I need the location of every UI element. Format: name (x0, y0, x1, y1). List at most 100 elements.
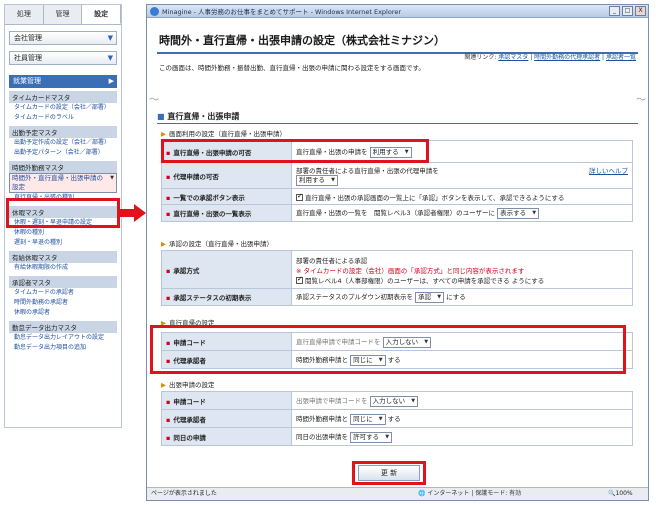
subsection-approval-title: 承認の設定（直行直帰・出張申請） (169, 240, 273, 248)
nav-employee-menu[interactable]: 社員管理 ▼ (9, 51, 117, 65)
table-row: ▪一覧での承認ボタン表示 直行直帰・出張の承認画面の一覧上に「承認」ボタンを表示… (161, 188, 633, 205)
zoom-level[interactable]: 🔍100% (608, 488, 648, 500)
chevron-down-icon: ▼ (107, 54, 113, 62)
approval-line: 部署の責任者による承認 (296, 256, 368, 265)
related-link[interactable]: 承認者一覧 (606, 54, 636, 61)
related-link[interactable]: 承認マスタ (498, 54, 528, 61)
chevron-right-icon: ▶ (108, 77, 114, 85)
close-button[interactable]: X (635, 6, 646, 16)
nav-section-title: 勤怠データ出力マスタ (9, 321, 117, 333)
nav-link[interactable]: タイムカードの承認者 (9, 288, 117, 298)
browser-window: Minagine - 人事労務のお仕事をまとめてサポート - Windows I… (146, 4, 649, 501)
trip-table: ▪申請コード 出張申請で申請コードを 入力しない ▪代理承認者 時間外勤務申請と… (161, 391, 633, 446)
status-zone: 🌐 インターネット | 保護モード: 有効 (418, 488, 608, 500)
row-suffix: する (387, 414, 401, 423)
row-label: ▪ 代理申請の可否 (161, 162, 292, 189)
nav-section-title: 出勤予定マスタ (9, 126, 117, 138)
window-titlebar: Minagine - 人事労務のお仕事をまとめてサポート - Windows I… (147, 5, 648, 18)
row-value: 部署の責任者による承認 ※ タイムカードの設定（会社）画面の「承認方式」と同じ内… (291, 250, 633, 289)
triangle-bullet-icon: ▶ (161, 240, 166, 248)
nav-section-title: タイムカードマスタ (9, 91, 117, 103)
trip-proxy-select[interactable]: 同じに (350, 413, 386, 425)
approve-button-checkbox[interactable] (296, 192, 303, 201)
intro-text: この画面は、時間外勤務・振替出勤、直行直帰・出張の申請に関わる設定をする画面です… (159, 64, 425, 72)
trip-code-select[interactable]: 入力しない (369, 395, 419, 407)
tear-mark: ～ (149, 95, 159, 106)
nav-link[interactable]: 出勤予定作成の設定（会社／部署） (9, 138, 117, 148)
nav-link[interactable]: 遅刻・早退の種別 (9, 238, 117, 248)
nav-link[interactable]: 勤怠データ出力レイアウトの設定 (9, 333, 117, 343)
table-row: ▪承認ステータスの初期表示 承認ステータスのプルダウン初期表示を 承認 にする (161, 288, 633, 306)
subsection-approval: ▶ 承認の設定（直行直帰・出張申請） (161, 238, 273, 248)
status-default-select[interactable]: 承認 (415, 292, 445, 303)
nav-company-label: 会社管理 (14, 34, 42, 42)
nav-tabs: 処理 管理 設定 (5, 5, 122, 25)
nav-link[interactable]: タイムカードの設定（会社／部署） (9, 103, 117, 113)
row-value: 詳しいヘルプ 部署の責任者による直行直帰・出張の代理申請を 利用する (291, 162, 633, 189)
zoom-text: 100% (615, 490, 633, 497)
nav-section-title: 有給休暇マスタ (9, 251, 117, 263)
list-display-select[interactable]: 表示する (497, 208, 540, 219)
status-text: ページが表示されました (151, 490, 217, 497)
tab-settings[interactable]: 設定 (82, 5, 122, 24)
checkbox-label: 閲覧レベル4（人事部権限）のユーザーは、すべての申請を承認できる ようにする (305, 276, 545, 285)
maximize-button[interactable]: □ (622, 6, 633, 16)
nav-link[interactable]: 勤怠データ出力項目の追加 (9, 343, 117, 353)
nav-link[interactable]: タイムカードのラベル (9, 113, 117, 123)
section-title: ■ 直行直帰・出張申請 (157, 111, 239, 122)
checkbox-label: 直行直帰・出張の承認画面の一覧上に「承認」ボタンを表示して、承認できるようにする (305, 193, 565, 202)
triangle-bullet-icon: ▶ (161, 381, 166, 389)
row-prefix: 出張申請で申請コードを (296, 396, 368, 405)
nav-link[interactable]: 有給休暇期限の作成 (9, 263, 117, 273)
table-row: ▪ 申請コード 出張申請で申請コードを 入力しない (161, 391, 633, 410)
status-bar: ページが表示されました 🌐 インターネット | 保護モード: 有効 🔍100% (147, 487, 648, 500)
table-row: ▪ 直行直帰・出張の一覧表示 直行直帰・出張の一覧を 閲覧レベル3（承認者権限）の… (161, 204, 633, 222)
subsection-trip-title: 出張申請の設定 (169, 381, 215, 389)
row-suffix: にする (446, 293, 466, 301)
nav-link-selected[interactable]: 時間外・直行直帰・出張申請の設定 (9, 173, 117, 193)
table-row: ▪ 同日の申請 同日の出張申請を 許可する (161, 427, 633, 446)
page-title: 時間外・直行直帰・出張申請の設定（株式会社ミナジン） (159, 34, 445, 47)
nav-highlight-box (6, 198, 120, 228)
related-link[interactable]: 時間外勤務の代理承認者 (534, 54, 600, 61)
table-row: ▪ 承認方式 部署の責任者による承認 ※ タイムカードの設定（会社）画面の「承認方… (161, 250, 633, 289)
related-label: 関連リンク: (464, 54, 497, 61)
nav-link[interactable]: 休暇の種別 (9, 228, 117, 238)
nav-work-menu[interactable]: 就業管理 ▶ (9, 75, 117, 88)
related-links: 関連リンク: 承認マスタ | 時間外勤務の代理承認者 | 承認者一覧 (464, 54, 636, 61)
approval-warning: ※ タイムカードの設定（会社）画面の「承認方式」と同じ内容が表示されます (296, 266, 525, 275)
highlight-box (352, 461, 426, 485)
globe-icon: 🌐 (418, 490, 426, 497)
row-value: 承認ステータスのプルダウン初期表示を 承認 にする (291, 288, 633, 306)
section-divider (157, 123, 638, 124)
nav-section-title: 時間外勤務マスタ (9, 161, 117, 173)
same-day-select[interactable]: 許可する (350, 431, 393, 443)
approval-table: ▪ 承認方式 部署の責任者による承認 ※ タイムカードの設定（会社）画面の「承認方… (161, 250, 633, 306)
minimize-button[interactable]: _ (609, 6, 620, 16)
red-arrow-icon (118, 204, 146, 222)
nav-link[interactable]: 時間外勤務の承認者 (9, 298, 117, 308)
row-value: 同日の出張申請を 許可する (291, 427, 633, 446)
row-value: 出張申請で申請コードを 入力しない (291, 391, 633, 410)
row-prefix: 時間外勤務申請と (296, 414, 348, 423)
help-link[interactable]: 詳しいヘルプ (589, 165, 628, 175)
row-prefix: 同日の出張申請を (296, 432, 348, 441)
row-value: 直行直帰・出張の承認画面の一覧上に「承認」ボタンを表示して、承認できるようにする (291, 188, 633, 205)
tab-manage[interactable]: 管理 (43, 5, 83, 24)
section-title-text: 直行直帰・出張申請 (167, 112, 240, 121)
row-label: ▪ 承認方式 (161, 250, 292, 289)
approval-check-row: 閲覧レベル4（人事部権限）のユーザーは、すべての申請を承認できる ようにする (296, 275, 628, 285)
nav-link[interactable]: 出勤予定パターン（会社／部署） (9, 148, 117, 158)
tab-process[interactable]: 処理 (5, 5, 44, 24)
hr-approve-checkbox[interactable] (296, 275, 303, 284)
nav-employee-label: 社員管理 (14, 54, 42, 62)
row-value: 直行直帰・出張の一覧を 閲覧レベル3（承認者権限）のユーザーに 表示する (291, 204, 633, 222)
row-label: ▪ 代理承認者 (161, 409, 292, 428)
highlight-box (161, 139, 429, 163)
nav-company-menu[interactable]: 会社管理 ▼ (9, 31, 117, 45)
row-value: 時間外勤務申請と 同じに する (291, 409, 633, 428)
row-label: ▪ 申請コード (161, 391, 292, 410)
proxy-select[interactable]: 利用する (296, 175, 338, 186)
nav-link[interactable]: 休暇の承認者 (9, 308, 117, 318)
nav-work-label: 就業管理 (13, 77, 41, 85)
